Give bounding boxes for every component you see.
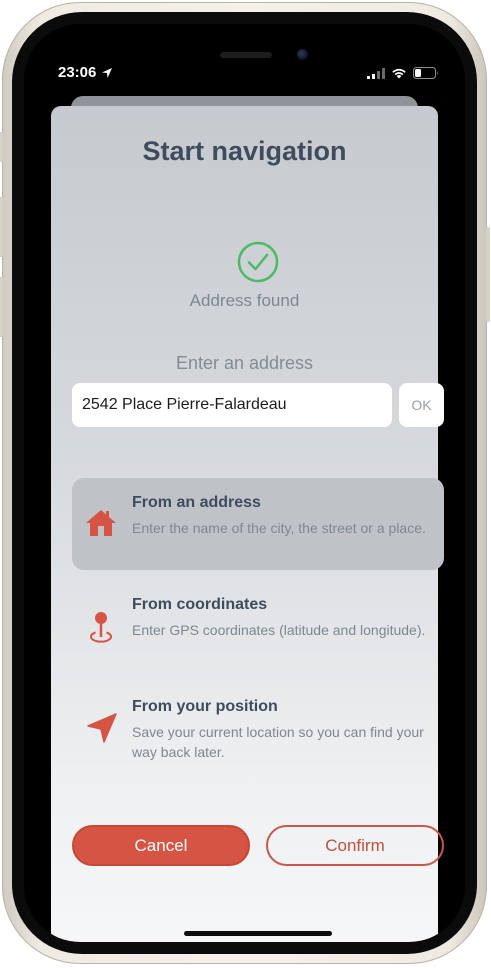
option-from-position[interactable]: From your position Save your current loc… — [72, 682, 444, 774]
volume-down-button — [0, 277, 3, 337]
option-from-coordinates[interactable]: From coordinates Enter GPS coordinates (… — [72, 580, 444, 672]
home-indicator[interactable] — [184, 931, 332, 936]
front-camera — [297, 49, 308, 60]
cellular-signal-icon — [367, 67, 385, 79]
address-input[interactable] — [72, 383, 392, 427]
confirm-button-label: Confirm — [325, 835, 385, 855]
option-from-address[interactable]: From an address Enter the name of the ci… — [72, 478, 444, 570]
ok-button-label: OK — [411, 397, 432, 413]
earpiece-speaker — [220, 52, 272, 58]
option-description: Enter GPS coordinates (latitude and long… — [132, 622, 426, 638]
address-field-label: Enter an address — [175, 353, 314, 373]
phone-screen: 23:06 Start navigation Address found Ent… — [24, 24, 465, 942]
phone-bezel: 23:06 Start navigation Address found Ent… — [12, 12, 477, 954]
cancel-button[interactable]: Cancel — [72, 825, 250, 866]
battery-icon — [413, 67, 438, 79]
ok-button[interactable]: OK — [399, 383, 444, 427]
status-bar-icons — [367, 67, 439, 79]
volume-up-button — [0, 197, 3, 257]
option-description: Enter the name of the city, the street o… — [132, 520, 426, 536]
action-button — [0, 132, 3, 162]
location-arrow-icon — [102, 67, 113, 78]
home-icon — [86, 510, 116, 536]
status-bar-time: 23:06 — [58, 64, 113, 81]
page-title: Start navigation — [142, 136, 347, 166]
wifi-icon — [392, 68, 406, 79]
status-time-text: 23:06 — [58, 64, 97, 81]
address-status-text: Address found — [189, 291, 300, 310]
start-navigation-sheet: Start navigation Address found Enter an … — [51, 106, 444, 942]
option-title: From coordinates — [132, 596, 268, 613]
phone-frame: 23:06 Start navigation Address found Ent… — [0, 2, 490, 964]
navigation-arrow-icon — [87, 713, 117, 743]
cancel-button-label: Cancel — [134, 835, 188, 855]
option-title: From an address — [132, 494, 261, 511]
map-pin-icon — [90, 612, 112, 643]
power-button — [486, 227, 490, 322]
option-description: Save your current location so you can fi… — [132, 724, 424, 760]
confirm-button[interactable]: Confirm — [266, 825, 444, 866]
option-title: From your position — [132, 698, 278, 715]
checkmark-circle-icon — [237, 241, 279, 283]
